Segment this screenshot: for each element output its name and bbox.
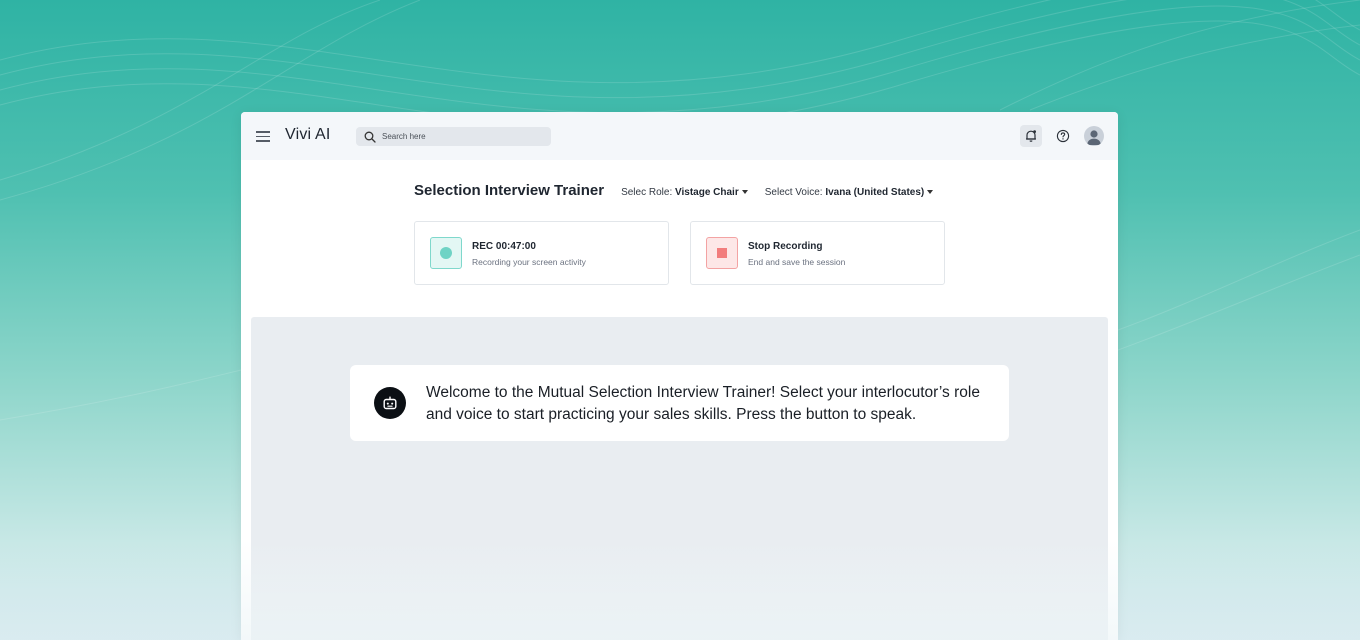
voice-caret-icon [927, 190, 934, 194]
bot-message: Welcome to the Mutual Selection Intervie… [350, 365, 1009, 441]
notifications-button[interactable] [1020, 125, 1042, 147]
role-label: Selec Role: [621, 187, 673, 198]
recording-subtitle: Recording your screen activity [472, 257, 586, 267]
role-select[interactable]: Selec Role: Vistage Chair [621, 187, 748, 198]
voice-value: Ivana (United States) [825, 187, 925, 198]
app-title: Vivi AI [285, 126, 331, 143]
stop-recording-subtitle: End and save the session [748, 257, 846, 267]
search-input[interactable] [382, 132, 542, 141]
bell-icon [1026, 130, 1036, 142]
stop-recording-label: Stop Recording [748, 241, 823, 252]
help-button[interactable] [1052, 125, 1074, 147]
voice-select[interactable]: Select Voice: Ivana (United States) [765, 187, 934, 198]
stop-icon [706, 237, 738, 269]
bot-icon [374, 387, 406, 419]
user-avatar[interactable] [1084, 126, 1104, 146]
recording-timer: REC 00:47:00 [472, 241, 536, 252]
bot-message-text: Welcome to the Mutual Selection Intervie… [426, 384, 980, 423]
chat-area: Welcome to the Mutual Selection Intervie… [251, 317, 1108, 640]
recording-status-card[interactable]: REC 00:47:00 Recording your screen activ… [414, 221, 669, 285]
menu-icon[interactable] [255, 128, 271, 144]
search-icon [364, 131, 376, 143]
app-window: Vivi AI Selection Interview Trainer Sele… [241, 112, 1118, 640]
trainer-header: Selection Interview Trainer Selec Role: … [414, 182, 934, 199]
page-title: Selection Interview Trainer [414, 182, 605, 199]
voice-label: Select Voice: [764, 187, 823, 198]
user-icon [1087, 130, 1101, 145]
top-bar: Vivi AI [241, 112, 1118, 160]
role-caret-icon [741, 190, 748, 194]
role-value: Vistage Chair [675, 187, 739, 198]
help-icon [1056, 129, 1070, 143]
record-icon [430, 237, 462, 269]
stop-recording-button[interactable]: Stop Recording End and save the session [690, 221, 945, 285]
search-box[interactable] [356, 127, 551, 146]
